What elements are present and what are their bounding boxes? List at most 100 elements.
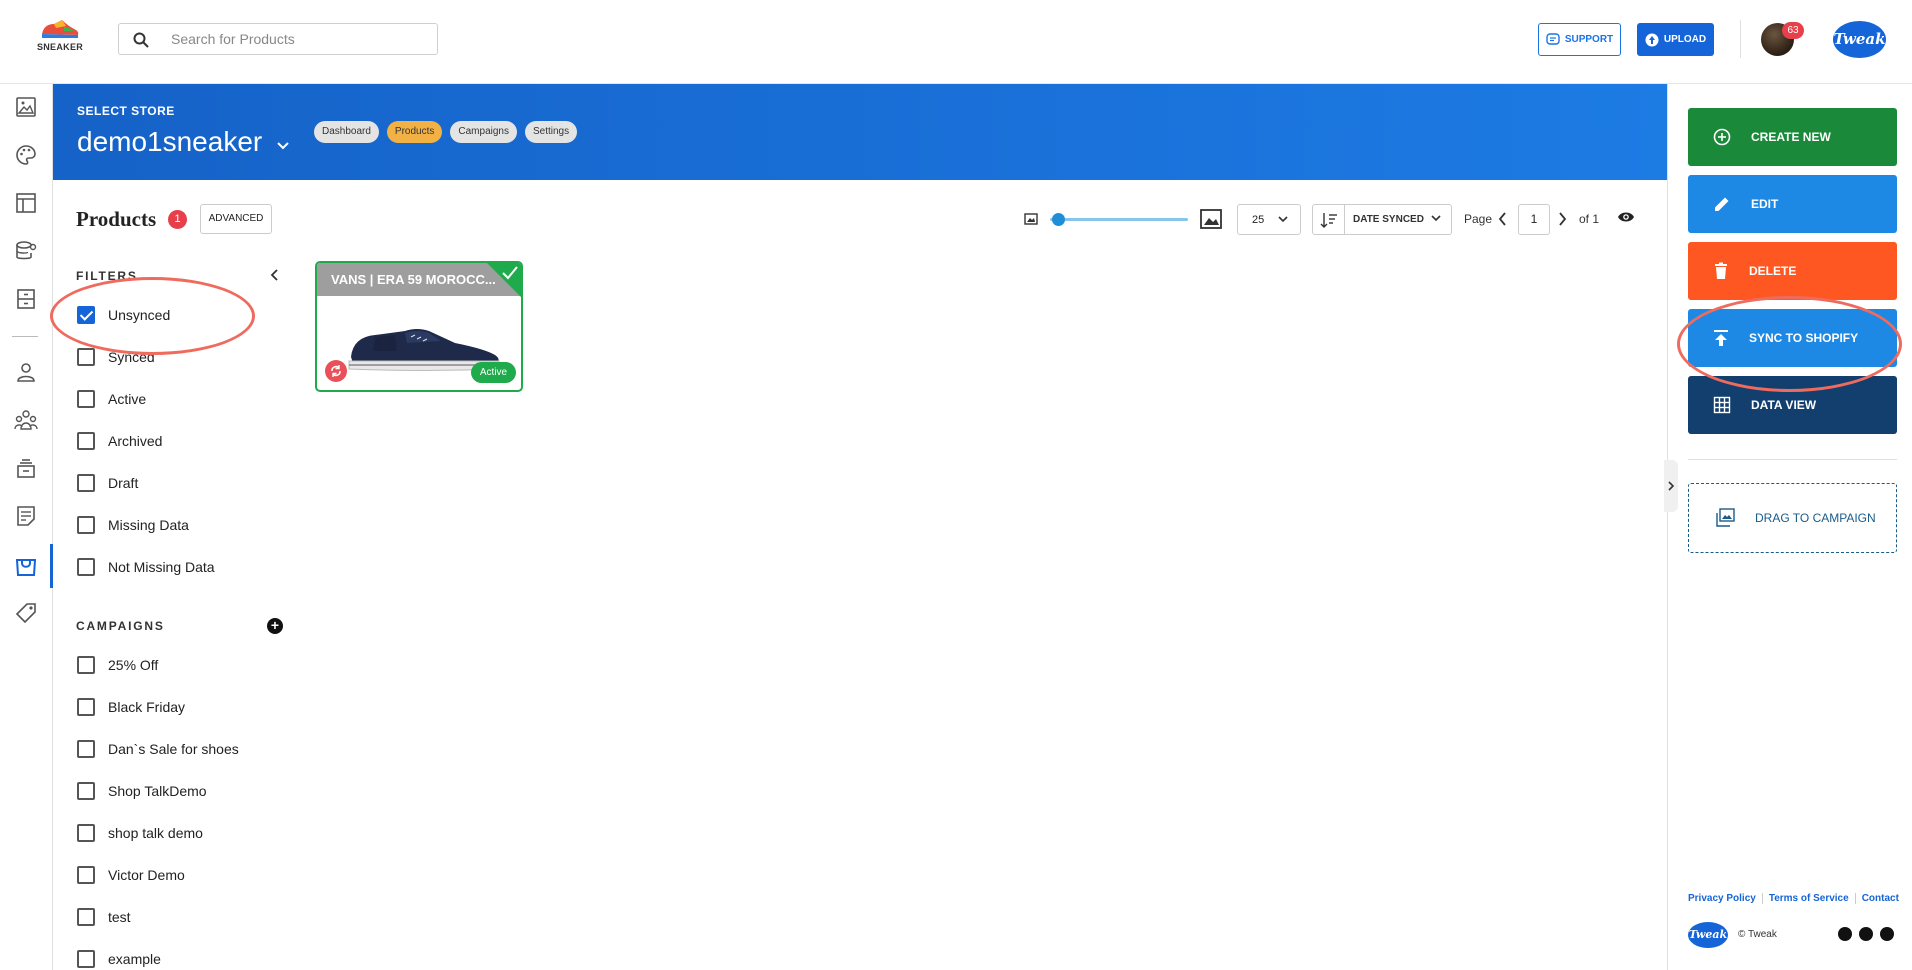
- footer-tweak-logo: Tweak: [1688, 922, 1728, 948]
- document-icon[interactable]: [13, 503, 39, 529]
- tweak-logo[interactable]: Tweak: [1833, 21, 1886, 58]
- add-campaign-button[interactable]: +: [267, 618, 283, 634]
- archive-icon[interactable]: [13, 286, 39, 312]
- campaign-item[interactable]: test: [77, 908, 131, 926]
- panel-collapse-toggle[interactable]: [1664, 460, 1678, 512]
- campaign-item[interactable]: Dan`s Sale for shoes: [77, 740, 239, 758]
- search-box[interactable]: [118, 23, 438, 55]
- filter-draft[interactable]: Draft: [77, 474, 138, 492]
- group-icon[interactable]: [13, 407, 39, 433]
- checkbox[interactable]: [77, 866, 95, 884]
- sneaker-logo[interactable]: SNEAKER: [34, 18, 86, 60]
- pill-campaigns[interactable]: Campaigns: [450, 121, 517, 143]
- pill-products[interactable]: Products: [386, 121, 443, 143]
- campaign-item[interactable]: Shop TalkDemo: [77, 782, 207, 800]
- layout-icon[interactable]: [13, 190, 39, 216]
- twitter-icon[interactable]: [1859, 927, 1873, 941]
- image-icon[interactable]: [13, 94, 39, 120]
- checkbox[interactable]: [77, 390, 95, 408]
- grid-icon: [1713, 396, 1731, 414]
- advanced-button[interactable]: ADVANCED: [200, 204, 272, 234]
- filter-not-missing-data[interactable]: Not Missing Data: [77, 558, 215, 576]
- checkbox[interactable]: [77, 908, 95, 926]
- checkbox[interactable]: [77, 348, 95, 366]
- create-new-button[interactable]: CREATE NEW: [1688, 108, 1897, 166]
- image-stack-icon: [1716, 508, 1735, 527]
- pill-settings[interactable]: Settings: [524, 121, 578, 143]
- large-image-icon[interactable]: [1200, 209, 1222, 229]
- filter-label: Archived: [108, 433, 163, 449]
- checkbox[interactable]: [77, 824, 95, 842]
- sort-icon[interactable]: [1313, 205, 1345, 234]
- checkbox[interactable]: [77, 782, 95, 800]
- checkbox[interactable]: [77, 432, 95, 450]
- per-page-select[interactable]: 25: [1237, 204, 1301, 235]
- chevron-left-icon[interactable]: [1498, 212, 1507, 226]
- upload-button[interactable]: UPLOAD: [1637, 23, 1714, 56]
- checkbox[interactable]: [77, 474, 95, 492]
- campaign-item[interactable]: shop talk demo: [77, 824, 203, 842]
- checkbox[interactable]: [77, 698, 95, 716]
- facebook-icon[interactable]: [1838, 927, 1852, 941]
- palette-icon[interactable]: [13, 142, 39, 168]
- checkbox[interactable]: [77, 558, 95, 576]
- eye-icon[interactable]: [1617, 211, 1635, 223]
- sort-label: DATE SYNCED: [1353, 214, 1424, 225]
- page-label: Page: [1464, 212, 1493, 226]
- filter-label: Unsynced: [108, 307, 171, 323]
- small-image-icon[interactable]: [1024, 213, 1038, 225]
- filter-archived[interactable]: Archived: [77, 432, 162, 450]
- campaign-item[interactable]: Black Friday: [77, 698, 185, 716]
- trash-icon: [1715, 262, 1727, 279]
- slider-handle[interactable]: [1052, 213, 1065, 226]
- store-icon[interactable]: [13, 553, 39, 579]
- campaign-item[interactable]: Victor Demo: [77, 866, 185, 884]
- sort-select[interactable]: DATE SYNCED: [1312, 204, 1452, 235]
- campaign-item[interactable]: 25% Off: [77, 656, 158, 674]
- filter-active[interactable]: Active: [77, 390, 146, 408]
- edit-button[interactable]: EDIT: [1688, 175, 1897, 233]
- delete-button[interactable]: DELETE: [1688, 242, 1897, 300]
- filter-missing-data[interactable]: Missing Data: [77, 516, 189, 534]
- contact-link[interactable]: Contact: [1854, 893, 1905, 904]
- privacy-policy-link[interactable]: Privacy Policy: [1688, 893, 1762, 904]
- image-size-slider[interactable]: [1050, 218, 1188, 221]
- chevron-left-icon[interactable]: [270, 269, 279, 281]
- checkbox[interactable]: [77, 516, 95, 534]
- filter-unsynced[interactable]: Unsynced: [77, 306, 170, 324]
- select-store-label: SELECT STORE: [77, 104, 175, 118]
- checkbox[interactable]: [77, 306, 95, 324]
- campaign-item[interactable]: example: [77, 950, 161, 968]
- checkbox[interactable]: [77, 950, 95, 968]
- chevron-right-icon[interactable]: [1558, 212, 1567, 226]
- campaign-label: 25% Off: [108, 657, 159, 673]
- person-icon[interactable]: [13, 359, 39, 385]
- filter-synced[interactable]: Synced: [77, 348, 155, 366]
- stack-icon[interactable]: [13, 455, 39, 481]
- database-settings-icon[interactable]: [13, 238, 39, 264]
- filter-label: Not Missing Data: [108, 559, 215, 575]
- sync-to-shopify-button[interactable]: SYNC TO SHOPIFY: [1688, 309, 1897, 367]
- drag-to-campaign-dropzone[interactable]: DRAG TO CAMPAIGN: [1688, 483, 1897, 553]
- support-button[interactable]: SUPPORT: [1538, 23, 1621, 56]
- checkbox[interactable]: [77, 740, 95, 758]
- campaign-label: Shop TalkDemo: [108, 783, 207, 799]
- search-input[interactable]: [171, 24, 431, 54]
- pill-dashboard[interactable]: Dashboard: [314, 121, 379, 143]
- page-number-input[interactable]: 1: [1518, 204, 1550, 235]
- store-selector[interactable]: demo1sneaker: [77, 126, 262, 158]
- filter-label: Draft: [108, 475, 139, 491]
- data-view-button[interactable]: DATA VIEW: [1688, 376, 1897, 434]
- left-nav: [0, 84, 53, 970]
- filter-label: Active: [108, 391, 147, 407]
- filters-heading: FILTERS: [76, 269, 138, 283]
- instagram-icon[interactable]: [1880, 927, 1894, 941]
- chevron-down-icon[interactable]: [277, 142, 289, 150]
- tag-icon[interactable]: [13, 600, 39, 626]
- checkbox[interactable]: [77, 656, 95, 674]
- check-icon: [502, 266, 518, 280]
- notification-badge: 63: [1782, 22, 1804, 39]
- unsynced-icon[interactable]: [325, 360, 347, 382]
- terms-of-service-link[interactable]: Terms of Service: [1761, 893, 1855, 904]
- product-card[interactable]: VANS | ERA 59 MOROCC... Active: [315, 261, 523, 392]
